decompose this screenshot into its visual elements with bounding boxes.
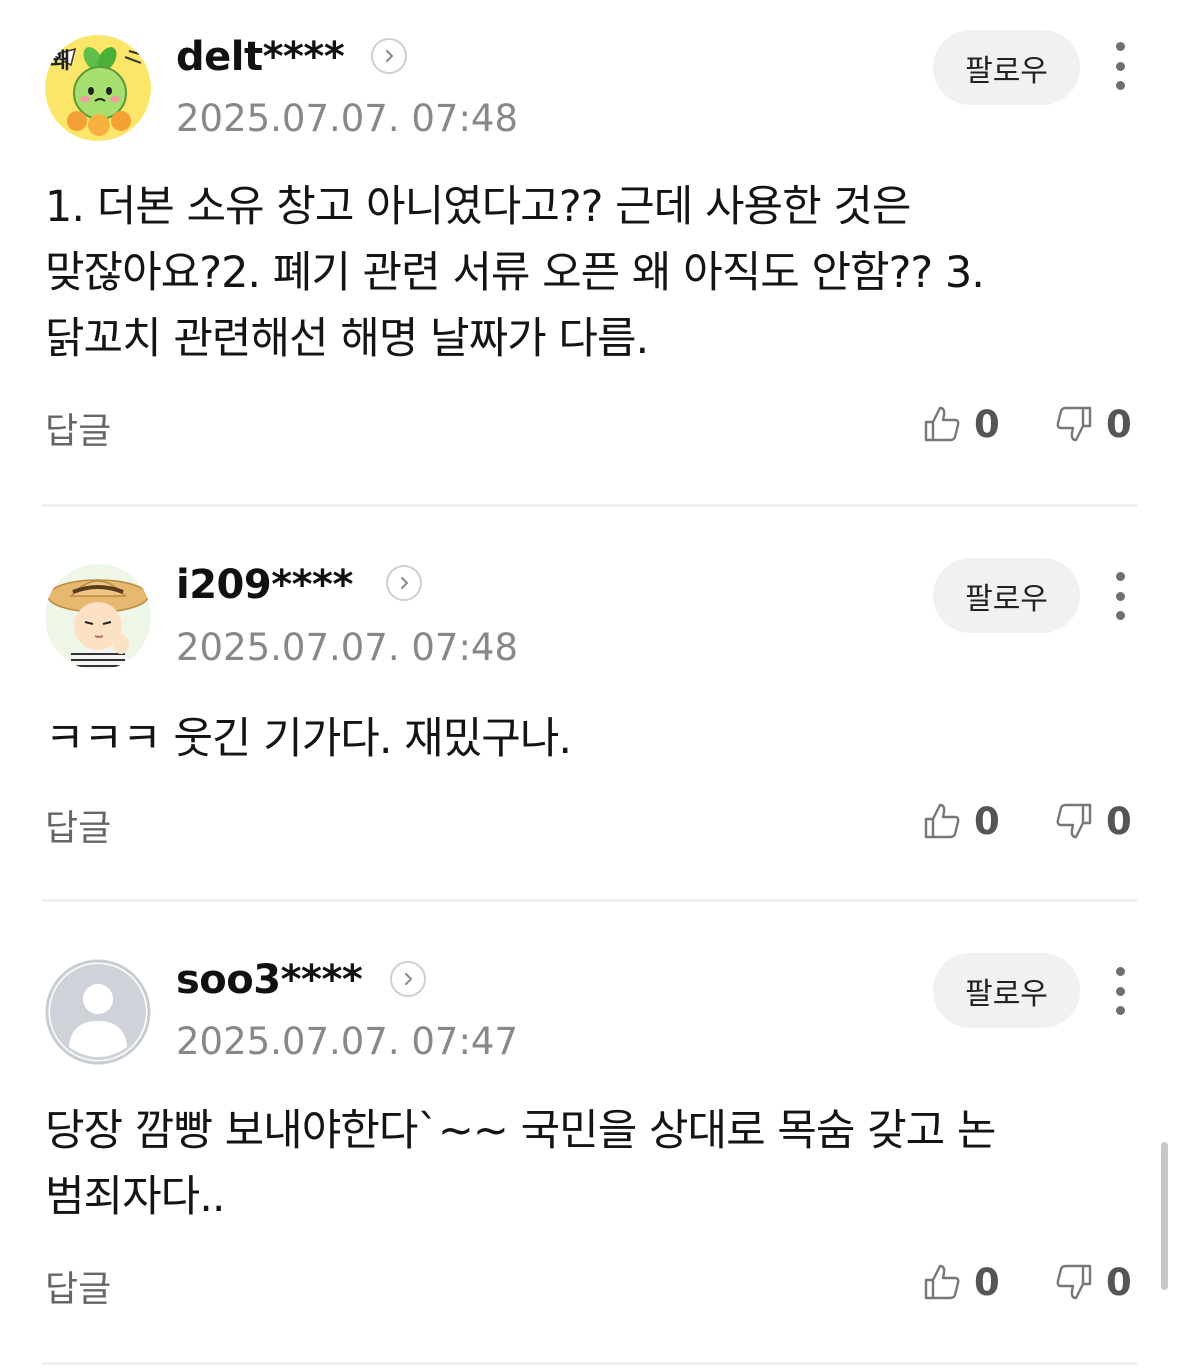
scrollbar[interactable] (1161, 1142, 1168, 1290)
sprout-character-avatar-icon: 왜 (45, 35, 151, 141)
dislike-count: 0 (1106, 1260, 1132, 1304)
dislike-count: 0 (1106, 402, 1132, 446)
thumbs-down-icon (1056, 803, 1092, 839)
username[interactable]: i209**** (176, 562, 353, 608)
thumbs-up-icon (924, 406, 960, 442)
chevron-right-icon (386, 50, 393, 62)
thumbs-up-icon (924, 1264, 960, 1300)
comment-item: soo3**** 2025.07.07. 07:47 팔로우 당장 깜빵 보내야… (0, 902, 1179, 1369)
dislike-count: 0 (1106, 799, 1132, 843)
thumbs-down-icon (1056, 1264, 1092, 1300)
divider (42, 1362, 1137, 1365)
timestamp: 2025.07.07. 07:48 (176, 626, 518, 669)
like-count: 0 (974, 799, 1000, 843)
dislike-button[interactable]: 0 (1052, 799, 1132, 843)
like-button[interactable]: 0 (920, 799, 1000, 843)
straw-hat-character-avatar-icon (45, 564, 151, 670)
comment-text: ㅋㅋㅋ 웃긴 기가다. 재밌구나. (45, 714, 572, 764)
follow-button[interactable]: 팔로우 (933, 558, 1080, 633)
chevron-right-icon (405, 973, 412, 985)
timestamp: 2025.07.07. 07:48 (176, 97, 518, 140)
reply-button[interactable]: 답글 (45, 1260, 111, 1312)
avatar[interactable] (45, 959, 151, 1065)
comment-text: 1. 더본 소유 창고 아니였다고?? 근데 사용한 것은 맞잖아요?2. 폐기… (45, 182, 985, 364)
thumbs-up-icon (924, 803, 960, 839)
avatar-badge-text: 왜 (50, 49, 70, 74)
more-options-icon[interactable] (1103, 38, 1137, 94)
like-button[interactable]: 0 (920, 402, 1000, 446)
dislike-button[interactable]: 0 (1052, 1260, 1132, 1304)
avatar[interactable] (45, 564, 151, 670)
default-user-avatar-icon (45, 959, 151, 1065)
comment-item: i209**** 2025.07.07. 07:48 팔로우 ㅋㅋㅋ 웃긴 기가… (0, 506, 1179, 902)
avatar[interactable]: 왜 (45, 35, 151, 141)
chevron-right-icon (401, 577, 408, 589)
like-button[interactable]: 0 (920, 1260, 1000, 1304)
reply-button[interactable]: 답글 (45, 402, 111, 454)
more-options-icon[interactable] (1103, 568, 1137, 624)
dislike-button[interactable]: 0 (1052, 402, 1132, 446)
more-options-icon[interactable] (1103, 963, 1137, 1019)
comment-text: 당장 깜빵 보내야한다`~~ 국민을 상대로 목숨 갖고 논 범죄자다.. (45, 1106, 996, 1222)
profile-chevron-button[interactable] (390, 961, 426, 997)
like-count: 0 (974, 1260, 1000, 1304)
username[interactable]: soo3**** (176, 957, 363, 1003)
follow-button[interactable]: 팔로우 (933, 953, 1080, 1028)
profile-chevron-button[interactable] (386, 565, 422, 601)
username[interactable]: delt**** (176, 34, 345, 80)
follow-button[interactable]: 팔로우 (933, 30, 1080, 105)
comment-item: 왜 delt**** 2025.07.07. 07:48 팔로우 1. 더본 소… (0, 0, 1179, 506)
like-count: 0 (974, 402, 1000, 446)
reply-button[interactable]: 답글 (45, 799, 111, 851)
profile-chevron-button[interactable] (371, 38, 407, 74)
timestamp: 2025.07.07. 07:47 (176, 1020, 518, 1063)
thumbs-down-icon (1056, 406, 1092, 442)
